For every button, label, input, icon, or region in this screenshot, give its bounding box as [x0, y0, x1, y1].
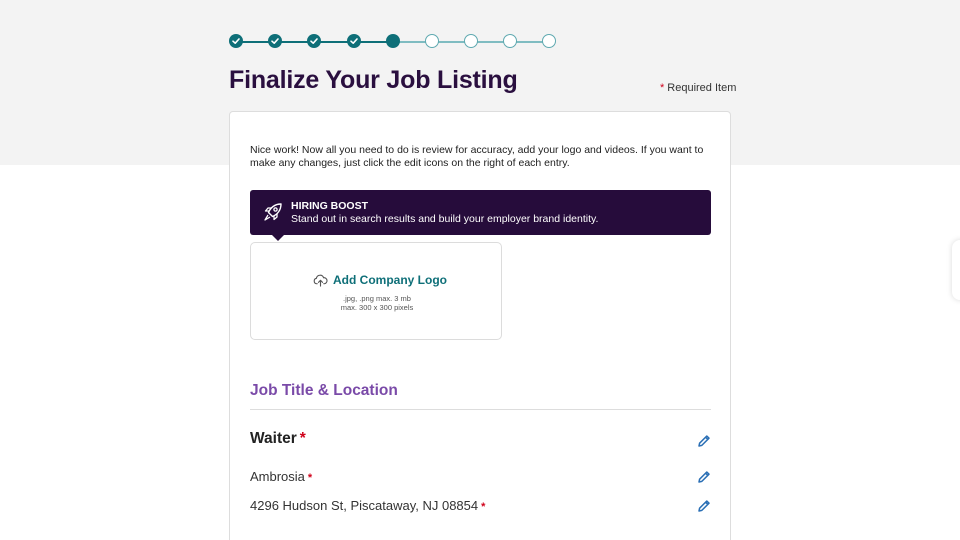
step-3-completed	[307, 34, 321, 48]
page-title: Finalize Your Job Listing	[229, 66, 518, 94]
address-value: 4296 Hudson St, Piscataway, NJ 08854	[250, 498, 479, 513]
step-2-completed	[268, 34, 282, 48]
section-divider	[250, 409, 711, 410]
add-company-logo-label[interactable]: Add Company Logo	[333, 273, 447, 287]
section-title-job-location: Job Title & Location	[250, 382, 398, 399]
step-8-pending	[503, 34, 517, 48]
logo-format-hint: .jpg, .png max. 3 mb	[343, 294, 411, 303]
edit-job-title-icon[interactable]	[696, 433, 712, 449]
step-6-pending	[425, 34, 439, 48]
add-company-logo-button[interactable]: Add Company Logo	[313, 273, 447, 287]
check-icon	[232, 38, 240, 44]
job-title-value: Waiter	[250, 430, 297, 447]
logo-dimension-hint: max. 300 x 300 pixels	[340, 303, 414, 312]
progress-stepper	[229, 34, 559, 50]
intro-text: Nice work! Now all you need to do is rev…	[250, 144, 704, 169]
required-item-label: Required Item	[667, 82, 737, 94]
hiring-boost-subtitle: Stand out in search results and build yo…	[291, 213, 599, 225]
hiring-boost-banner: HIRING BOOST Stand out in search results…	[250, 190, 711, 241]
edit-company-icon[interactable]	[696, 469, 712, 485]
check-icon	[271, 38, 279, 44]
edit-address-icon[interactable]	[696, 498, 712, 514]
job-listing-card: Nice work! Now all you need to do is rev…	[229, 111, 731, 540]
side-feedback-tab[interactable]	[952, 240, 960, 300]
step-1-completed	[229, 34, 243, 48]
banner-pointer	[272, 235, 284, 241]
step-9-pending	[542, 34, 556, 48]
cloud-upload-icon	[313, 274, 328, 287]
check-icon	[350, 38, 358, 44]
step-7-pending	[464, 34, 478, 48]
company-value: Ambrosia	[250, 469, 305, 484]
address-field: 4296 Hudson St, Piscataway, NJ 08854 *	[250, 498, 485, 513]
required-star: *	[307, 472, 313, 484]
logo-upload-box[interactable]: Add Company Logo .jpg, .png max. 3 mb ma…	[250, 242, 502, 340]
check-icon	[310, 38, 318, 44]
required-star: *	[481, 501, 486, 513]
hiring-boost-title: HIRING BOOST	[291, 200, 369, 212]
job-title-field: Waiter *	[250, 430, 306, 448]
step-4-completed	[347, 34, 361, 48]
step-5-current	[386, 34, 400, 48]
required-star: *	[660, 82, 665, 94]
required-star: *	[299, 430, 306, 447]
required-item-note: * Required Item	[660, 82, 736, 94]
rocket-icon	[264, 203, 282, 221]
company-field: Ambrosia *	[250, 469, 312, 484]
